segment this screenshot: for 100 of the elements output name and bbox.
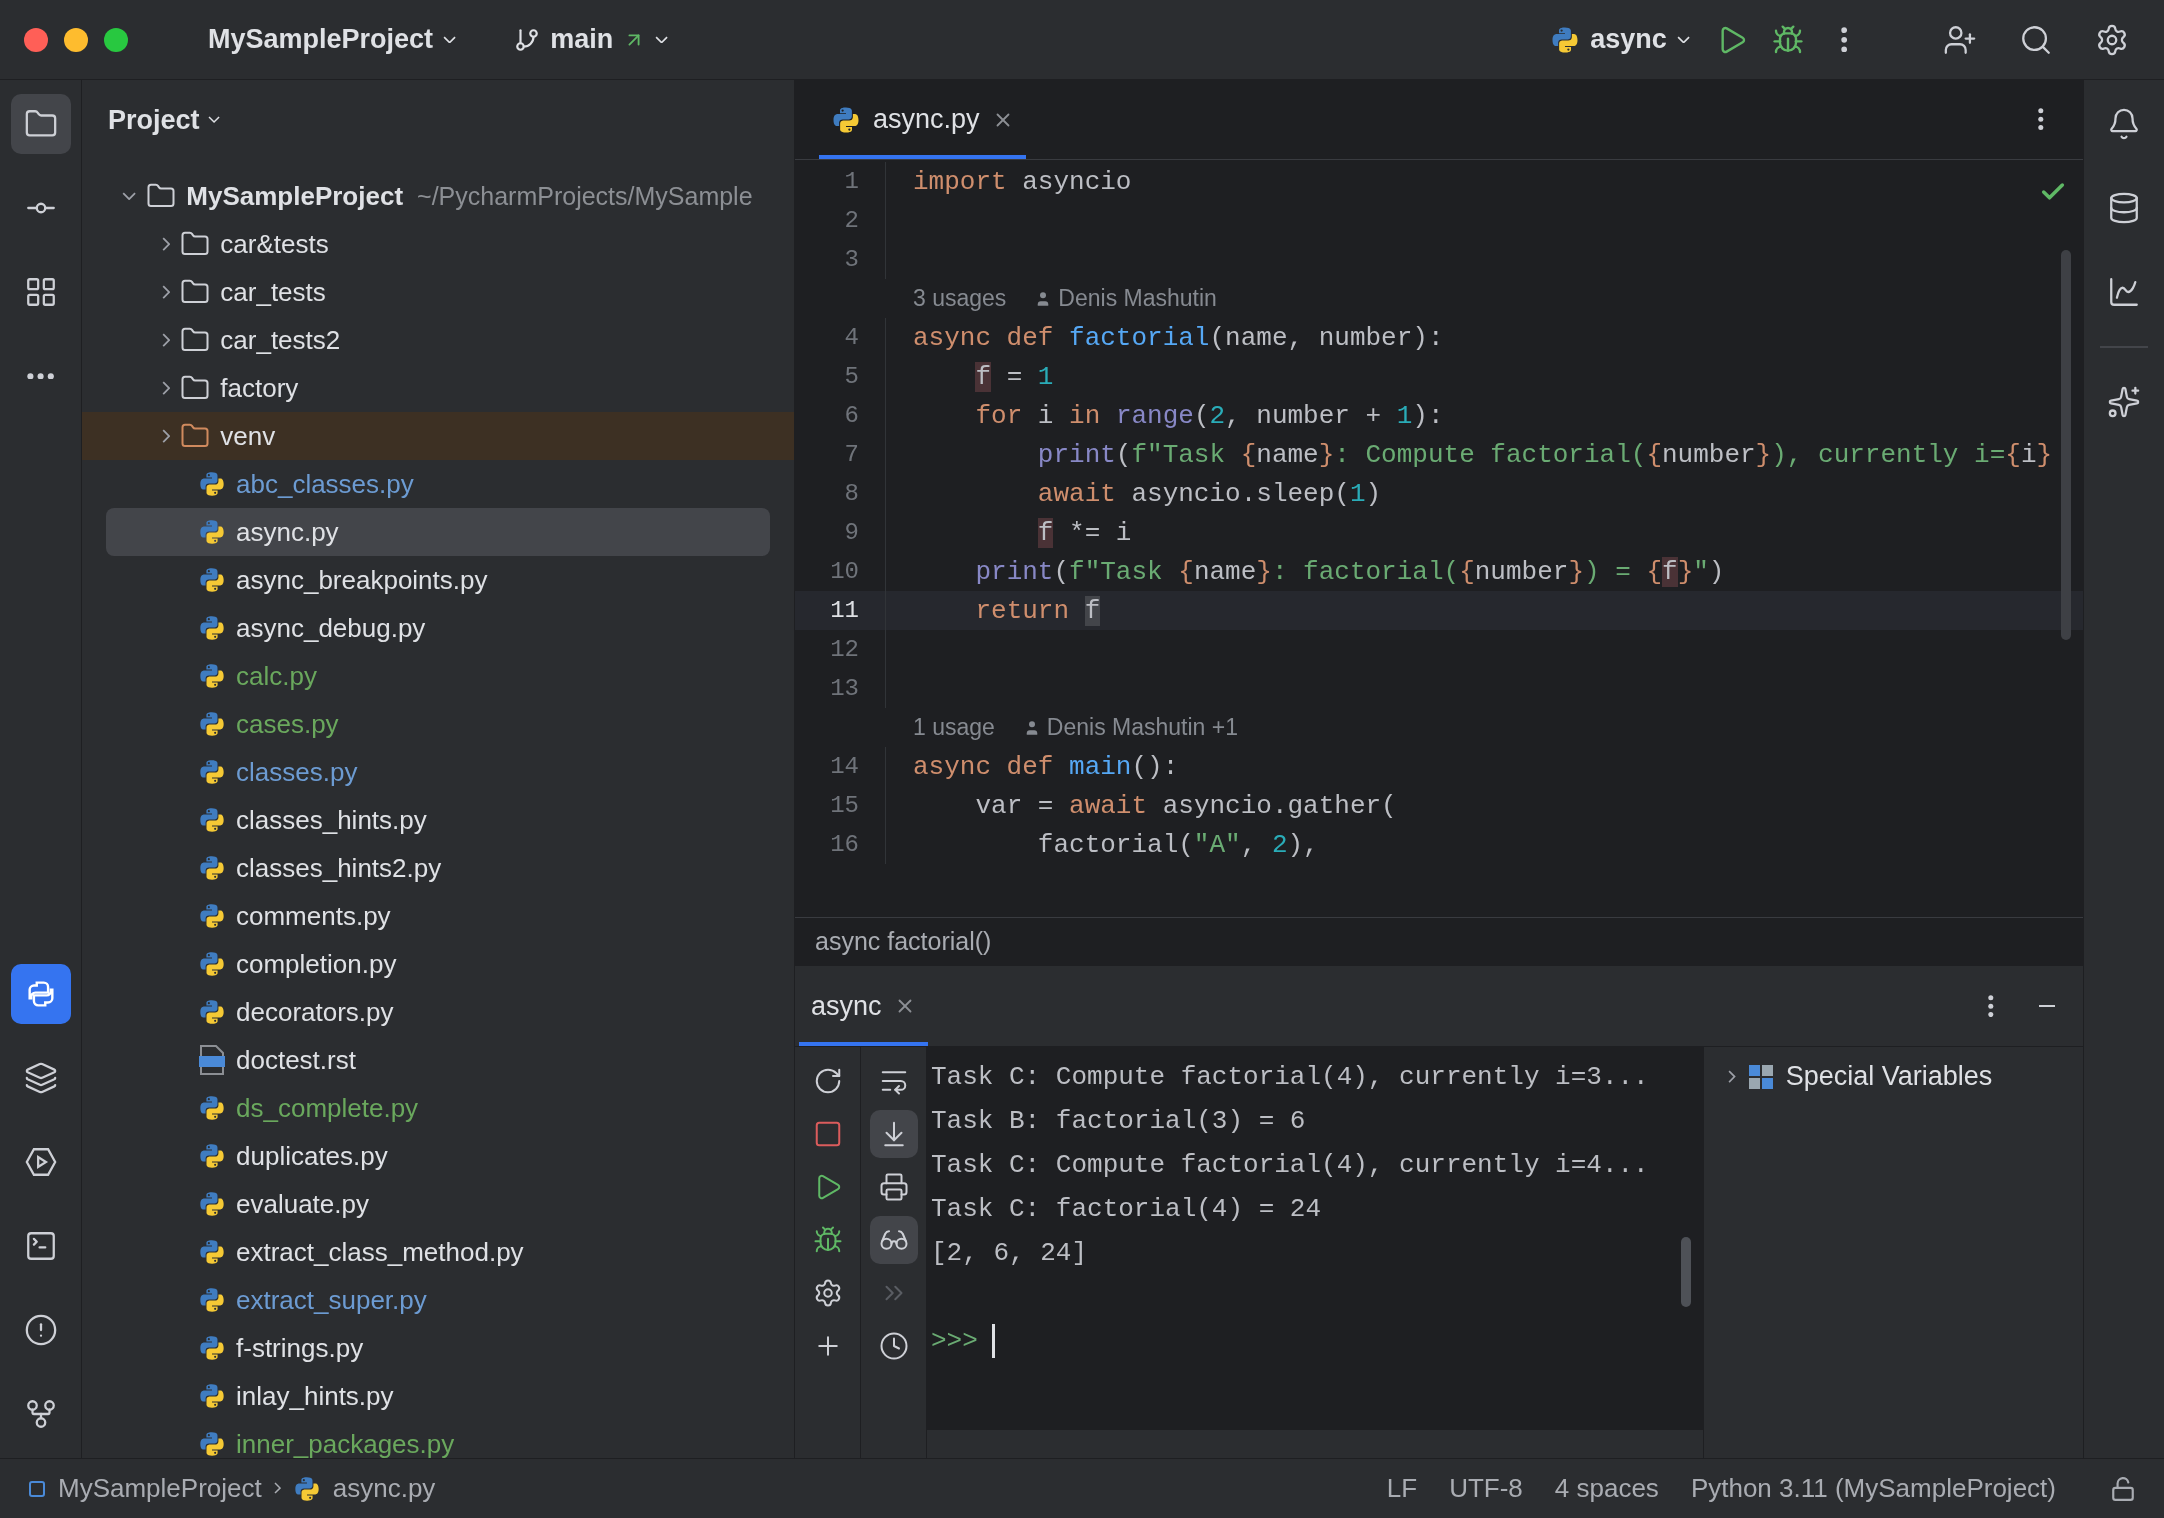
chevron-down-icon bbox=[1676, 35, 1690, 44]
tree-item[interactable]: ds_complete.py bbox=[82, 1084, 794, 1132]
tree-item[interactable]: car_tests2 bbox=[82, 316, 794, 364]
scroll-to-end-icon[interactable] bbox=[869, 1110, 918, 1158]
more-icon bbox=[26, 372, 55, 380]
python-file-icon bbox=[198, 1190, 226, 1218]
python-file-icon bbox=[198, 470, 226, 498]
tree-item[interactable]: extract_super.py bbox=[82, 1276, 794, 1324]
tree-item[interactable]: car&tests bbox=[82, 220, 794, 268]
line-number: 6 bbox=[843, 402, 860, 429]
notifications-icon bbox=[2107, 107, 2141, 141]
chevron-right-icon[interactable] bbox=[162, 236, 171, 252]
tree-item[interactable]: async_breakpoints.py bbox=[82, 556, 794, 604]
line-number: 14 bbox=[829, 753, 860, 780]
tree-item[interactable]: inlay_hints.py bbox=[82, 1372, 794, 1420]
author-hint[interactable]: Denis Mashutin +1 bbox=[1046, 714, 1238, 741]
bug-icon bbox=[1772, 23, 1804, 56]
code-line: f = 1 bbox=[974, 361, 1054, 392]
python-file-icon bbox=[198, 1430, 226, 1458]
tree-item[interactable]: async_debug.py bbox=[82, 604, 794, 652]
status-breadcrumb[interactable]: async.py bbox=[332, 1473, 436, 1504]
chart-icon bbox=[2107, 275, 2141, 309]
tree-item[interactable]: decorators.py bbox=[82, 988, 794, 1036]
variables-tree-item[interactable]: Special Variables bbox=[1728, 1061, 2059, 1092]
run-configuration-selector[interactable]: async bbox=[1536, 16, 1704, 63]
tree-item[interactable]: factory bbox=[82, 364, 794, 412]
usages-hint[interactable]: 1 usage bbox=[913, 714, 995, 741]
tree-item[interactable]: classes_hints2.py bbox=[82, 844, 794, 892]
more-icon bbox=[1988, 994, 1994, 1018]
status-item[interactable]: UTF-8 bbox=[1439, 1469, 1533, 1508]
chevron-right-icon[interactable] bbox=[162, 380, 171, 396]
python-file-icon bbox=[198, 1238, 226, 1266]
chevron-right-icon[interactable] bbox=[162, 284, 171, 300]
status-item[interactable]: Python 3.11 (MySampleProject) bbox=[1680, 1469, 2066, 1508]
zoom-window-button[interactable] bbox=[104, 27, 128, 52]
minimize-window-button[interactable] bbox=[64, 27, 88, 52]
tree-item[interactable]: cases.py bbox=[82, 700, 794, 748]
lock-icon[interactable] bbox=[2110, 1475, 2136, 1502]
status-item[interactable]: 4 spaces bbox=[1544, 1469, 1669, 1508]
line-number: 13 bbox=[829, 675, 860, 702]
console-tab[interactable]: async bbox=[799, 966, 928, 1046]
python-file-icon bbox=[198, 806, 226, 834]
tree-item[interactable]: car_tests bbox=[82, 268, 794, 316]
tree-item[interactable]: extract_class_method.py bbox=[82, 1228, 794, 1276]
line-number: 8 bbox=[843, 480, 860, 507]
scrollbar-thumb[interactable] bbox=[2061, 250, 2071, 640]
status-breadcrumb[interactable]: MySampleProject bbox=[58, 1473, 262, 1504]
line-number: 4 bbox=[843, 324, 860, 351]
layers-icon bbox=[23, 1061, 58, 1095]
editor-tab[interactable]: async.py bbox=[819, 80, 1026, 159]
status-item[interactable]: LF bbox=[1376, 1469, 1428, 1508]
code-line: var = await asyncio.gather( bbox=[974, 790, 1397, 821]
tree-item[interactable]: comments.py bbox=[82, 892, 794, 940]
project-path: ~/PycharmProjects/MySample bbox=[417, 181, 753, 211]
line-number: 2 bbox=[843, 207, 860, 234]
line-number: 1 bbox=[843, 168, 860, 195]
more-icon bbox=[1840, 26, 1848, 53]
tree-item[interactable]: evaluate.py bbox=[82, 1180, 794, 1228]
python-file-icon bbox=[198, 1094, 226, 1122]
close-window-button[interactable] bbox=[24, 27, 48, 52]
tree-item[interactable]: inner_packages.py bbox=[82, 1420, 794, 1458]
tool-window-button[interactable] bbox=[10, 94, 71, 154]
project-panel-title[interactable]: Project bbox=[104, 104, 224, 136]
code-line: print(f"Task {name}: Compute factorial({number}), currently i={i} bbox=[1036, 439, 2053, 470]
tree-item[interactable]: duplicates.py bbox=[82, 1132, 794, 1180]
scrollbar-thumb[interactable] bbox=[1681, 1237, 1691, 1307]
tree-item[interactable]: completion.py bbox=[82, 940, 794, 988]
chevron-right-icon[interactable] bbox=[1728, 1069, 1736, 1084]
tree-item[interactable]: venv bbox=[82, 412, 794, 460]
usages-hint[interactable]: 3 usages bbox=[913, 285, 1007, 312]
tree-item[interactable]: classes_hints.py bbox=[82, 796, 794, 844]
line-number: 5 bbox=[843, 363, 860, 390]
chevron-right-icon[interactable] bbox=[162, 332, 171, 348]
alert-icon bbox=[23, 1313, 58, 1347]
project-selector[interactable]: MySampleProject bbox=[194, 16, 471, 63]
module-icon bbox=[28, 1479, 46, 1498]
tree-item[interactable]: f-strings.py bbox=[82, 1324, 794, 1372]
python-file-icon bbox=[292, 1474, 321, 1503]
tree-item[interactable]: calc.py bbox=[82, 652, 794, 700]
line-number: 10 bbox=[829, 558, 860, 585]
branch-selector[interactable]: main bbox=[500, 16, 683, 63]
chevron-down-icon bbox=[443, 35, 457, 44]
glasses-icon[interactable] bbox=[869, 1216, 918, 1264]
chevron-down-icon bbox=[207, 116, 220, 124]
python-file-icon bbox=[198, 662, 226, 690]
settings-icon bbox=[2095, 22, 2129, 57]
python-file-icon bbox=[198, 1382, 226, 1410]
debug-icon bbox=[812, 1225, 843, 1255]
tree-item[interactable]: abc_classes.py bbox=[82, 460, 794, 508]
tree-item[interactable]: async.py bbox=[106, 508, 770, 556]
python-file-icon bbox=[198, 1286, 226, 1314]
chevron-right-icon bbox=[273, 1482, 281, 1495]
tree-item[interactable]: MySampleProject ~/PycharmProjects/MySample bbox=[82, 172, 794, 220]
chevron-down-icon[interactable] bbox=[122, 191, 137, 201]
tool-window-button[interactable] bbox=[10, 964, 71, 1024]
console-output-line: [2, 6, 24] bbox=[931, 1237, 1088, 1270]
tree-item[interactable]: doctest.rst bbox=[82, 1036, 794, 1084]
author-hint[interactable]: Denis Mashutin bbox=[1058, 285, 1217, 312]
chevron-right-icon[interactable] bbox=[162, 428, 171, 444]
tree-item[interactable]: classes.py bbox=[82, 748, 794, 796]
